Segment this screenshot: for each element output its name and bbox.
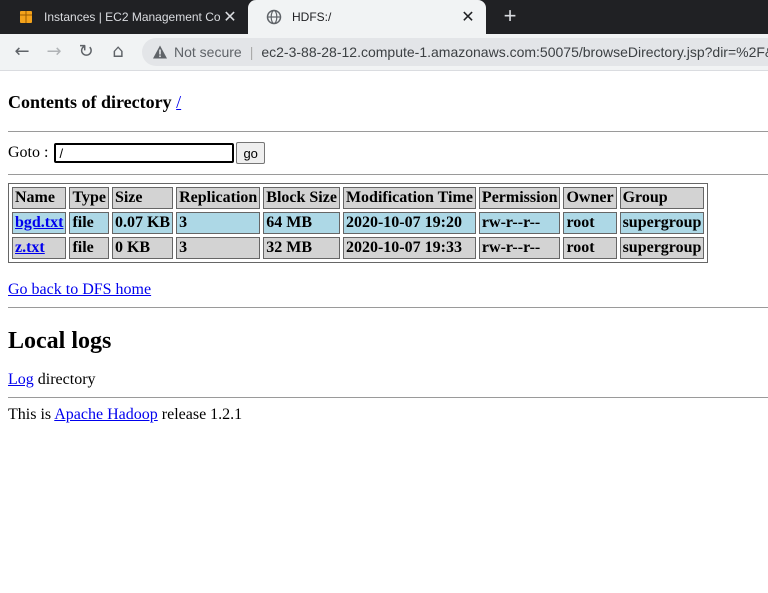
column-header: Group	[619, 187, 705, 209]
back-arrow-icon[interactable]: ←	[10, 40, 34, 64]
browser-tab-bar: Instances | EC2 Management Console ✕ HDF…	[0, 0, 768, 34]
table-cell: 0.07 KB	[111, 212, 174, 234]
aws-box-icon	[20, 11, 32, 23]
log-row: Log directory	[8, 371, 768, 389]
column-header: Owner	[563, 187, 617, 209]
table-cell: 64 MB	[263, 212, 340, 234]
footer: This is Apache Hadoop release 1.2.1	[8, 406, 768, 424]
table-row: z.txt file 0 KB 3 32 MB 2020-10-07 19:33 rw-r-…	[12, 237, 705, 259]
security-label[interactable]: Not secure	[174, 44, 242, 60]
log-suffix: directory	[37, 371, 96, 388]
table-header-row: Name Type Size Replication Block Size Modific…	[12, 187, 705, 209]
divider	[8, 131, 768, 132]
divider	[8, 397, 768, 398]
table-cell: 3	[176, 237, 261, 259]
close-tab-icon[interactable]: ✕	[458, 7, 478, 27]
table-cell: 3	[176, 212, 261, 234]
column-header: Name	[12, 187, 67, 209]
column-header: Type	[69, 187, 109, 209]
column-header: Replication	[176, 187, 261, 209]
table-cell: z.txt	[12, 237, 67, 259]
reload-icon[interactable]: ↻	[74, 40, 98, 64]
close-tab-icon[interactable]: ✕	[220, 7, 240, 27]
go-button[interactable]: go	[236, 142, 265, 164]
file-link[interactable]: z.txt	[15, 239, 45, 256]
table-row: bgd.txt file 0.07 KB 3 64 MB 2020-10-07 19:20…	[12, 212, 705, 234]
browser-toolbar: ← → ↻ ⌂ Not secure | ec2-3-88-28-12.comp…	[0, 34, 768, 71]
goto-form: Goto : go	[8, 142, 768, 164]
home-icon[interactable]: ⌂	[106, 40, 130, 64]
table-cell: 2020-10-07 19:20	[342, 212, 476, 234]
goto-input[interactable]	[54, 143, 235, 163]
tab-title: Instances | EC2 Management Console	[44, 10, 220, 24]
log-link[interactable]: Log	[8, 371, 34, 388]
dfs-home-link[interactable]: Go back to DFS home	[8, 281, 151, 298]
tab-title: HDFS:/	[292, 10, 332, 24]
column-header: Modification Time	[342, 187, 476, 209]
table-cell: rw-r--r--	[478, 237, 561, 259]
footer-prefix: This is	[8, 406, 52, 423]
column-header: Block Size	[263, 187, 340, 209]
tab-hdfs[interactable]: HDFS:/ ✕	[248, 0, 486, 34]
table-cell: bgd.txt	[12, 212, 67, 234]
table-cell: file	[69, 212, 109, 234]
tab-ec2-instances[interactable]: Instances | EC2 Management Console ✕	[0, 0, 248, 34]
address-bar[interactable]: Not secure | ec2-3-88-28-12.compute-1.am…	[142, 38, 768, 66]
table-cell: root	[563, 212, 617, 234]
table-cell: root	[563, 237, 617, 259]
address-separator: |	[249, 44, 254, 60]
directory-table: Name Type Size Replication Block Size Modific…	[8, 183, 709, 263]
column-header: Size	[111, 187, 174, 209]
forward-arrow-icon[interactable]: →	[42, 40, 66, 64]
apache-hadoop-link[interactable]: Apache Hadoop	[54, 406, 158, 423]
table-cell: 32 MB	[263, 237, 340, 259]
table-cell: supergroup	[619, 212, 705, 234]
divider	[8, 174, 768, 175]
goto-label: Goto :	[8, 144, 49, 161]
local-logs-heading: Local logs	[8, 328, 112, 354]
table-cell: supergroup	[619, 237, 705, 259]
table-cell: 0 KB	[111, 237, 174, 259]
page-content: Contents of directory / Goto : go NameTy…	[8, 70, 768, 424]
file-link[interactable]: bgd.txt	[15, 214, 63, 231]
warning-triangle-icon[interactable]	[152, 44, 168, 60]
url-text[interactable]: ec2-3-88-28-12.compute-1.amazonaws.com:5…	[261, 44, 768, 60]
table-cell: 2020-10-07 19:33	[342, 237, 476, 259]
table-cell: rw-r--r--	[478, 212, 561, 234]
back-link-row: Go back to DFS home	[8, 281, 768, 299]
globe-icon	[266, 9, 282, 25]
divider	[8, 307, 768, 308]
root-directory-link[interactable]: /	[176, 92, 181, 112]
column-header: Permission	[478, 187, 561, 209]
table-cell: file	[69, 237, 109, 259]
page-heading: Contents of directory /	[8, 92, 768, 113]
heading-text: Contents of directory	[8, 92, 172, 112]
footer-suffix: release 1.2.1	[161, 406, 243, 423]
new-tab-plus-icon[interactable]: +	[498, 4, 522, 28]
